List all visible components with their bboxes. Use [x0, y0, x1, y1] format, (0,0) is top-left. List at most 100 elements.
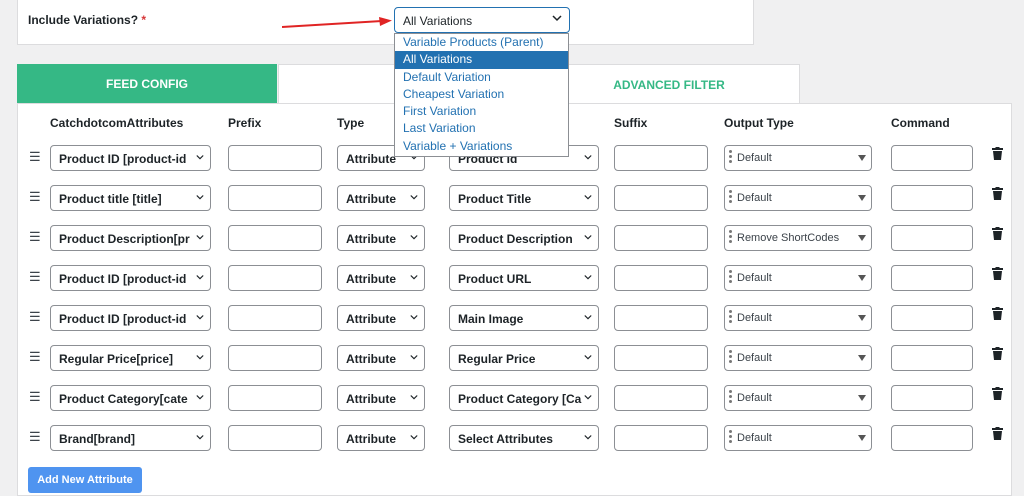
dropdown-option[interactable]: Variable + Variations	[395, 138, 568, 155]
chevron-down-icon	[582, 274, 592, 281]
type-select[interactable]: Attribute	[337, 305, 425, 331]
include-variations-select[interactable]: All Variations	[394, 7, 570, 33]
command-input[interactable]	[891, 425, 973, 451]
chevron-down-icon	[194, 314, 204, 321]
value-select[interactable]: Product URL	[449, 265, 599, 291]
type-select[interactable]: Attribute	[337, 185, 425, 211]
output-type-value: Default	[737, 352, 772, 364]
drag-handle-icon[interactable]: ☰	[29, 389, 41, 405]
value-select[interactable]: Main Image	[449, 305, 599, 331]
command-input[interactable]	[891, 305, 973, 331]
prefix-input[interactable]	[228, 265, 322, 291]
tab-advanced-filter[interactable]: ADVANCED FILTER	[538, 64, 800, 104]
attribute-select[interactable]: Product ID [product-id	[50, 265, 211, 291]
trash-icon[interactable]	[992, 307, 1003, 320]
output-type-select[interactable]: Default	[724, 425, 872, 451]
dropdown-option[interactable]: First Variation	[395, 103, 568, 120]
output-type-value: Default	[737, 272, 772, 284]
value-select-value: Product Description	[458, 232, 573, 246]
command-input[interactable]	[891, 345, 973, 371]
prefix-input[interactable]	[228, 145, 322, 171]
header-output-type: Output Type	[724, 116, 794, 130]
value-select[interactable]: Product Category [Ca	[449, 385, 599, 411]
command-input[interactable]	[891, 265, 973, 291]
dropdown-option[interactable]: All Variations	[395, 51, 568, 69]
annotation-arrow-icon	[282, 17, 392, 28]
dropdown-option[interactable]: Cheapest Variation	[395, 86, 568, 103]
suffix-input[interactable]	[614, 425, 708, 451]
type-select[interactable]: Attribute	[337, 345, 425, 371]
suffix-input[interactable]	[614, 145, 708, 171]
trash-icon[interactable]	[992, 387, 1003, 400]
suffix-input[interactable]	[614, 185, 708, 211]
drag-handle-icon[interactable]: ☰	[29, 229, 41, 245]
drag-dots-icon	[729, 390, 732, 405]
type-select[interactable]: Attribute	[337, 425, 425, 451]
drag-handle-icon[interactable]: ☰	[29, 429, 41, 445]
prefix-input[interactable]	[228, 185, 322, 211]
trash-icon[interactable]	[992, 187, 1003, 200]
add-new-attribute-button[interactable]: Add New Attribute	[28, 467, 142, 493]
prefix-input[interactable]	[228, 425, 322, 451]
dropdown-option[interactable]: Variable Products (Parent)	[395, 34, 568, 51]
attribute-select[interactable]: Product ID [product-id	[50, 145, 211, 171]
attribute-select[interactable]: Product Description[pr	[50, 225, 211, 251]
suffix-input[interactable]	[614, 385, 708, 411]
output-type-select[interactable]: Default	[724, 305, 872, 331]
suffix-input[interactable]	[614, 305, 708, 331]
header-attributes: CatchdotcomAttributes	[50, 116, 184, 130]
output-type-select[interactable]: Default	[724, 345, 872, 371]
type-select[interactable]: Attribute	[337, 265, 425, 291]
attribute-select-value: Product title [title]	[59, 192, 162, 206]
drag-handle-icon[interactable]: ☰	[29, 189, 41, 205]
output-type-select[interactable]: Default	[724, 145, 872, 171]
header-prefix: Prefix	[228, 116, 262, 130]
suffix-input[interactable]	[614, 345, 708, 371]
attribute-select[interactable]: Product ID [product-id	[50, 305, 211, 331]
command-input[interactable]	[891, 385, 973, 411]
drag-handle-icon[interactable]: ☰	[29, 269, 41, 285]
drag-handle-icon[interactable]: ☰	[29, 149, 41, 165]
attribute-select[interactable]: Brand[brand]	[50, 425, 211, 451]
type-select[interactable]: Attribute	[337, 385, 425, 411]
attribute-select[interactable]: Product Category[cate	[50, 385, 211, 411]
command-input[interactable]	[891, 225, 973, 251]
include-variations-label: Include Variations? *	[28, 13, 146, 27]
output-type-select[interactable]: Default	[724, 385, 872, 411]
trash-icon[interactable]	[992, 227, 1003, 240]
attribute-select[interactable]: Product title [title]	[50, 185, 211, 211]
drag-handle-icon[interactable]: ☰	[29, 349, 41, 365]
chevron-down-icon	[582, 354, 592, 361]
type-select[interactable]: Attribute	[337, 225, 425, 251]
value-select-value: Product Title	[458, 192, 532, 206]
output-type-select[interactable]: Remove ShortCodes	[724, 225, 872, 251]
trash-icon[interactable]	[992, 147, 1003, 160]
command-input[interactable]	[891, 145, 973, 171]
trash-icon[interactable]	[992, 427, 1003, 440]
type-select-value: Attribute	[346, 432, 396, 446]
value-select[interactable]: Regular Price	[449, 345, 599, 371]
output-type-value: Default	[737, 152, 772, 164]
trash-icon[interactable]	[992, 267, 1003, 280]
chevron-down-icon	[194, 154, 204, 161]
prefix-input[interactable]	[228, 305, 322, 331]
value-select[interactable]: Product Description	[449, 225, 599, 251]
dropdown-option[interactable]: Last Variation	[395, 120, 568, 137]
prefix-input[interactable]	[228, 345, 322, 371]
command-input[interactable]	[891, 185, 973, 211]
suffix-input[interactable]	[614, 225, 708, 251]
trash-icon[interactable]	[992, 347, 1003, 360]
prefix-input[interactable]	[228, 385, 322, 411]
output-type-select[interactable]: Default	[724, 265, 872, 291]
value-select-value: Main Image	[458, 312, 524, 326]
value-select[interactable]: Select Attributes	[449, 425, 599, 451]
suffix-input[interactable]	[614, 265, 708, 291]
value-select[interactable]: Product Title	[449, 185, 599, 211]
tab-feed-config[interactable]: FEED CONFIG	[17, 64, 277, 104]
chevron-down-icon	[582, 314, 592, 321]
output-type-select[interactable]: Default	[724, 185, 872, 211]
dropdown-option[interactable]: Default Variation	[395, 69, 568, 86]
drag-handle-icon[interactable]: ☰	[29, 309, 41, 325]
attribute-select[interactable]: Regular Price[price]	[50, 345, 211, 371]
prefix-input[interactable]	[228, 225, 322, 251]
